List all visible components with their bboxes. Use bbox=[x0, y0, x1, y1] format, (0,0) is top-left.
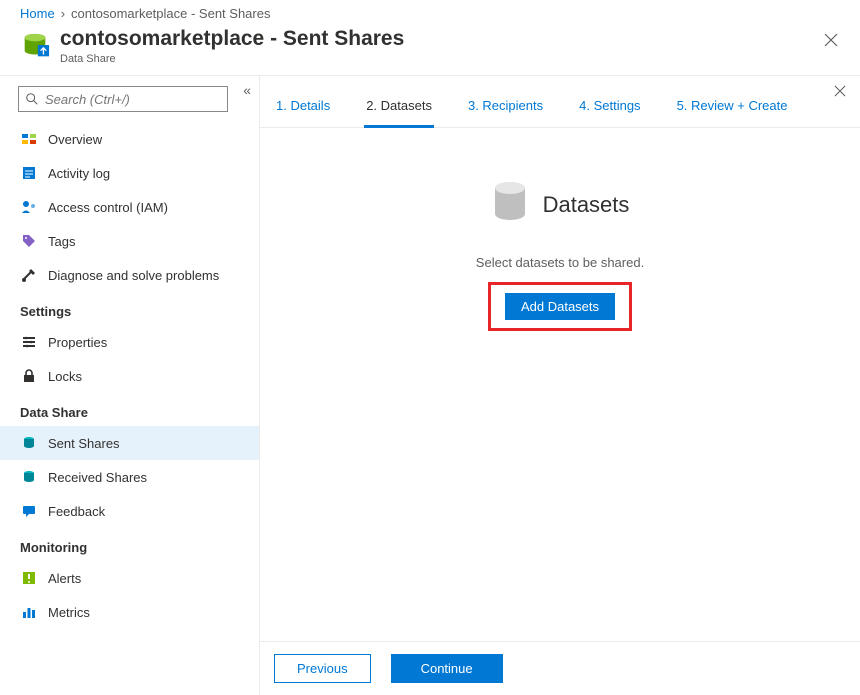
breadcrumb: Home › contosomarketplace - Sent Shares bbox=[0, 0, 860, 23]
wizard-tabs: 1. Details 2. Datasets 3. Recipients 4. … bbox=[260, 88, 860, 128]
sidebar-item-locks[interactable]: Locks bbox=[0, 359, 259, 393]
feedback-icon bbox=[20, 503, 38, 519]
access-control-icon bbox=[20, 199, 38, 215]
add-datasets-highlight: Add Datasets bbox=[488, 282, 632, 331]
sidebar-search-input[interactable] bbox=[18, 86, 228, 112]
previous-button[interactable]: Previous bbox=[274, 654, 371, 683]
sidebar-item-access-control[interactable]: Access control (IAM) bbox=[0, 190, 259, 224]
close-panel-button[interactable] bbox=[834, 84, 846, 102]
tab-review-create[interactable]: 5. Review + Create bbox=[675, 88, 790, 128]
continue-button[interactable]: Continue bbox=[391, 654, 503, 683]
sidebar-item-label: Access control (IAM) bbox=[48, 200, 168, 215]
sidebar-item-properties[interactable]: Properties bbox=[0, 325, 259, 359]
tags-icon bbox=[20, 233, 38, 249]
received-shares-icon bbox=[20, 469, 38, 485]
add-datasets-button[interactable]: Add Datasets bbox=[505, 293, 615, 320]
sidebar-section-settings: Settings bbox=[0, 292, 259, 325]
sent-shares-icon bbox=[20, 435, 38, 451]
sidebar-item-label: Overview bbox=[48, 132, 102, 147]
diagnose-icon bbox=[20, 267, 38, 283]
database-icon bbox=[491, 180, 529, 229]
sidebar-item-sent-shares[interactable]: Sent Shares bbox=[0, 426, 259, 460]
sidebar-item-label: Sent Shares bbox=[48, 436, 120, 451]
sidebar-item-label: Properties bbox=[48, 335, 107, 350]
sidebar-section-monitoring: Monitoring bbox=[0, 528, 259, 561]
sidebar-item-received-shares[interactable]: Received Shares bbox=[0, 460, 259, 494]
datasets-content: Datasets Select datasets to be shared. A… bbox=[260, 128, 860, 641]
page-subtitle: Data Share bbox=[60, 53, 404, 65]
locks-icon bbox=[20, 368, 38, 384]
sidebar-item-label: Feedback bbox=[48, 504, 105, 519]
sidebar-item-label: Received Shares bbox=[48, 470, 147, 485]
sidebar-item-tags[interactable]: Tags bbox=[0, 224, 259, 258]
sidebar-item-label: Activity log bbox=[48, 166, 110, 181]
datasets-subtitle: Select datasets to be shared. bbox=[476, 255, 644, 270]
tab-recipients[interactable]: 3. Recipients bbox=[466, 88, 545, 128]
sidebar-item-metrics[interactable]: Metrics bbox=[0, 595, 259, 629]
page-title: contosomarketplace - Sent Shares bbox=[60, 27, 404, 51]
sidebar: « Overview Activity log Access control (… bbox=[0, 76, 260, 695]
datashare-resource-icon bbox=[20, 31, 50, 61]
breadcrumb-home[interactable]: Home bbox=[20, 6, 55, 21]
sidebar-item-label: Alerts bbox=[48, 571, 81, 586]
sidebar-section-datashare: Data Share bbox=[0, 393, 259, 426]
overview-icon bbox=[20, 131, 38, 147]
datasets-title: Datasets bbox=[543, 192, 630, 218]
close-blade-button[interactable] bbox=[820, 27, 842, 56]
metrics-icon bbox=[20, 604, 38, 620]
tab-details[interactable]: 1. Details bbox=[274, 88, 332, 128]
main-panel: 1. Details 2. Datasets 3. Recipients 4. … bbox=[260, 76, 860, 695]
sidebar-item-activity-log[interactable]: Activity log bbox=[0, 156, 259, 190]
breadcrumb-separator: › bbox=[61, 6, 65, 21]
properties-icon bbox=[20, 334, 38, 350]
sidebar-item-feedback[interactable]: Feedback bbox=[0, 494, 259, 528]
sidebar-item-label: Diagnose and solve problems bbox=[48, 268, 219, 283]
sidebar-item-alerts[interactable]: Alerts bbox=[0, 561, 259, 595]
tab-settings[interactable]: 4. Settings bbox=[577, 88, 642, 128]
wizard-footer: Previous Continue bbox=[260, 641, 860, 695]
sidebar-item-label: Tags bbox=[48, 234, 75, 249]
sidebar-item-label: Locks bbox=[48, 369, 82, 384]
sidebar-item-diagnose[interactable]: Diagnose and solve problems bbox=[0, 258, 259, 292]
alerts-icon bbox=[20, 570, 38, 586]
tab-datasets[interactable]: 2. Datasets bbox=[364, 88, 434, 128]
activity-log-icon bbox=[20, 165, 38, 181]
sidebar-item-label: Metrics bbox=[48, 605, 90, 620]
sidebar-item-overview[interactable]: Overview bbox=[0, 122, 259, 156]
breadcrumb-current: contosomarketplace - Sent Shares bbox=[71, 6, 270, 21]
page-header: contosomarketplace - Sent Shares Data Sh… bbox=[0, 23, 860, 75]
